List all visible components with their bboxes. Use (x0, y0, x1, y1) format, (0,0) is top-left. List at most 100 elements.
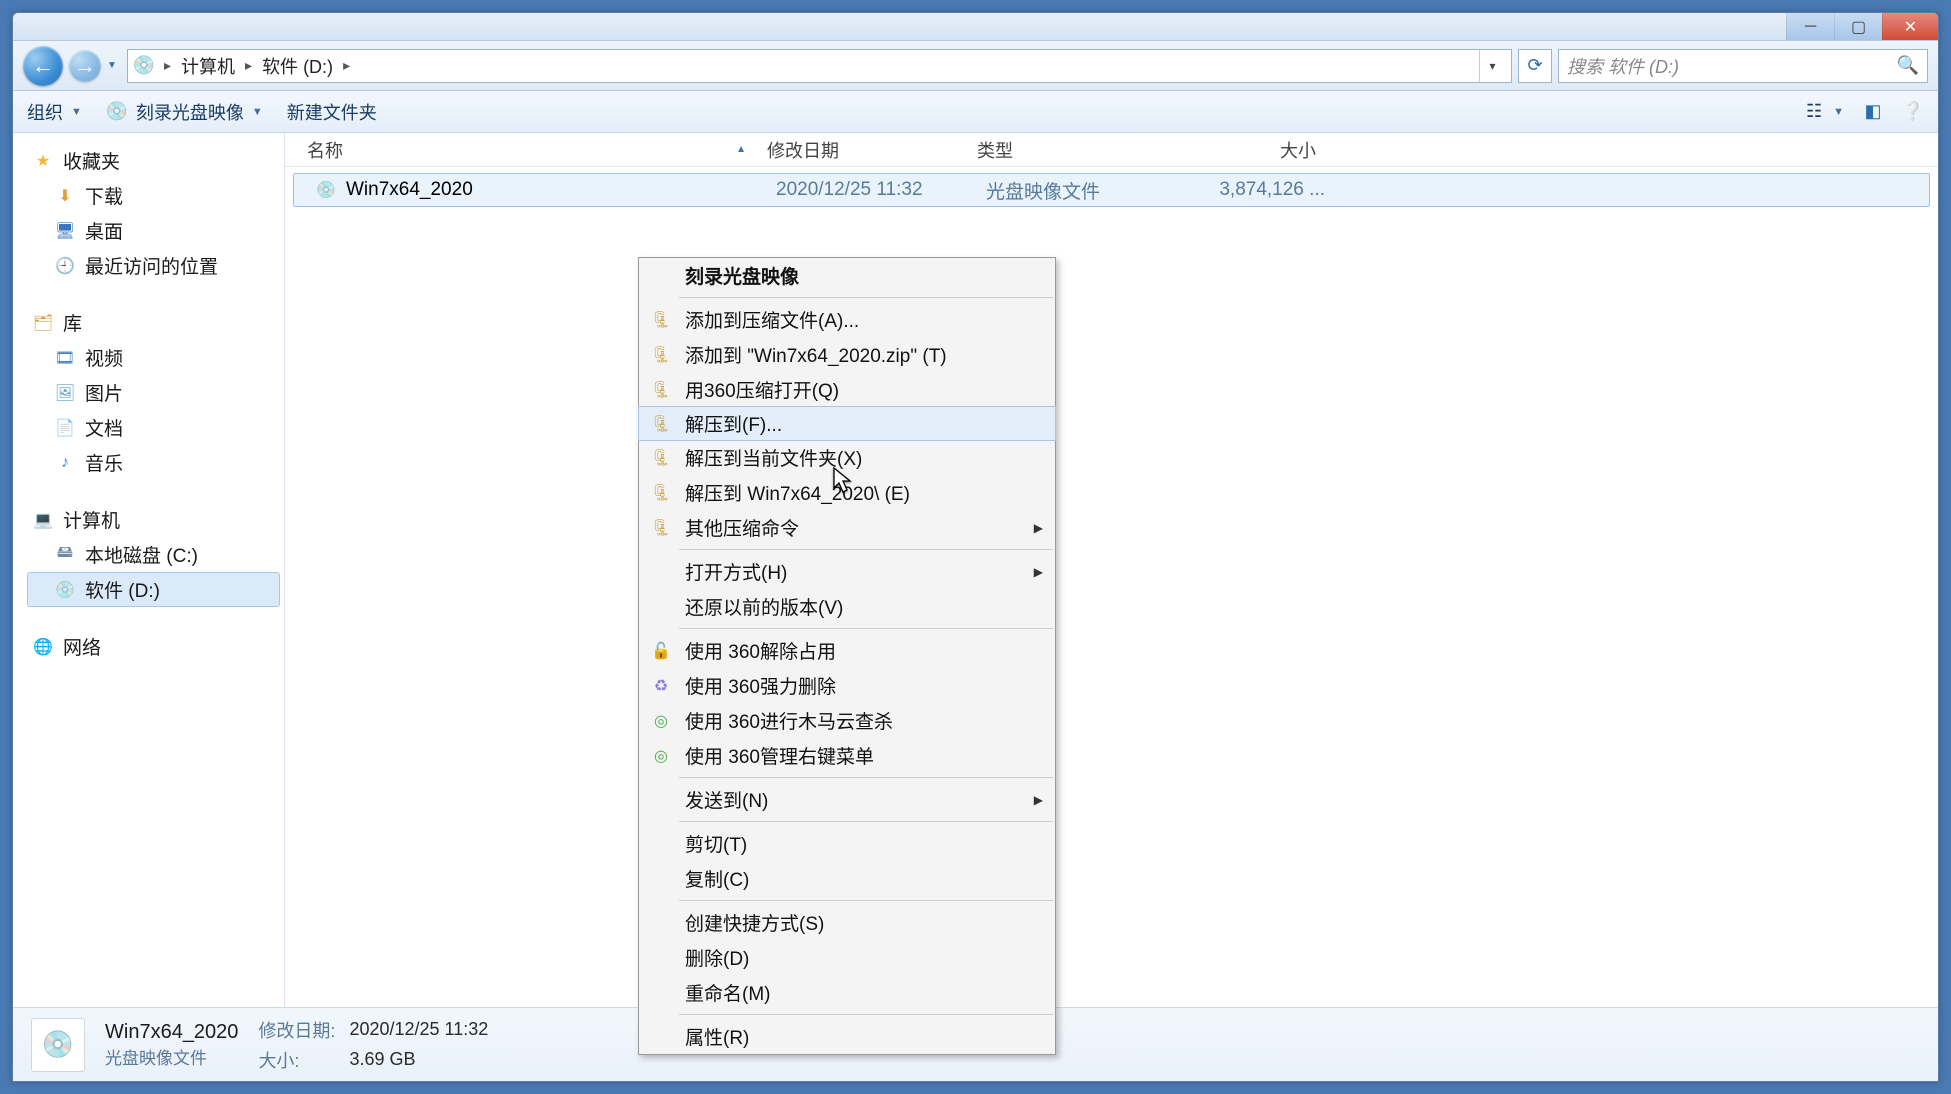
ctx-add-to-archive[interactable]: 🗜添加到压缩文件(A)... (639, 302, 1055, 337)
minimize-button[interactable]: ─ (1786, 13, 1834, 40)
ctx-open-with[interactable]: 打开方式(H)▶ (639, 554, 1055, 589)
ctx-extract-named[interactable]: 🗜解压到 Win7x64_2020\ (E) (639, 475, 1055, 510)
nav-history-dropdown[interactable]: ▼ (107, 60, 121, 71)
archive-icon: 🗜 (649, 414, 673, 434)
ctx-restore-previous[interactable]: 还原以前的版本(V) (639, 589, 1055, 624)
ctx-send-to[interactable]: 发送到(N) ▶ (639, 782, 1055, 817)
new-folder-button[interactable]: 新建文件夹 (287, 99, 377, 125)
column-size[interactable]: 大小 (1177, 137, 1327, 163)
column-label: 类型 (977, 137, 1013, 163)
breadcrumb-current[interactable]: 软件 (D:) (262, 53, 333, 79)
column-date[interactable]: 修改日期 (757, 137, 967, 163)
menu-item-label: 添加到压缩文件(A)... (685, 306, 859, 333)
sort-asc-icon: ▲ (736, 144, 746, 155)
sidebar-item-software-d[interactable]: 💿软件 (D:) (27, 572, 280, 607)
new-folder-label: 新建文件夹 (287, 99, 377, 125)
menu-item-label: 刻录光盘映像 (685, 262, 799, 289)
organize-menu[interactable]: 组织 ▼ (27, 99, 82, 125)
iso-file-icon: 💿 (316, 180, 336, 200)
sidebar-item-local-disk-c[interactable]: 🖴本地磁盘 (C:) (27, 537, 280, 572)
menu-item-label: 删除(D) (685, 944, 749, 971)
burn-disc-image-button[interactable]: 💿 刻录光盘映像 ▼ (106, 99, 263, 125)
maximize-button[interactable]: ▢ (1834, 13, 1882, 40)
nav-forward-button[interactable]: → (69, 50, 101, 82)
address-bar[interactable]: 💿 ▸ 计算机 ▸ 软件 (D:) ▸ ▾ (127, 49, 1512, 83)
sidebar-item-pictures[interactable]: 🖼图片 (27, 375, 280, 410)
sidebar-item-documents[interactable]: 📄文档 (27, 410, 280, 445)
ctx-360-unlock[interactable]: 🔓使用 360解除占用 (639, 633, 1055, 668)
sidebar-item-desktop[interactable]: 🖥桌面 (27, 213, 280, 248)
navbar: ← → ▼ 💿 ▸ 计算机 ▸ 软件 (D:) ▸ ▾ ⟳ 搜索 软件 (D:)… (13, 41, 1938, 91)
address-dropdown[interactable]: ▾ (1479, 50, 1505, 82)
view-icon: ☷ (1803, 101, 1825, 123)
ctx-360-scan[interactable]: ◎使用 360进行木马云查杀 (639, 703, 1055, 738)
library-icon: 🗂 (33, 313, 53, 333)
network-icon: 🌐 (33, 637, 53, 657)
recent-icon: 🕘 (55, 256, 75, 276)
ctx-extract-to[interactable]: 🗜解压到(F)... (638, 406, 1056, 441)
menu-item-label: 解压到当前文件夹(X) (685, 444, 862, 471)
sidebar-computer-header[interactable]: 💻 计算机 (27, 502, 280, 537)
preview-pane-button[interactable]: ◧ (1862, 101, 1884, 123)
file-type: 光盘映像文件 (986, 177, 1100, 204)
disc-icon: 💿 (106, 101, 128, 123)
search-input[interactable]: 搜索 软件 (D:) 🔍 (1558, 49, 1928, 83)
sidebar-item-downloads[interactable]: ⬇下载 (27, 178, 280, 213)
file-row[interactable]: 💿 Win7x64_2020 2020/12/25 11:32 光盘映像文件 3,… (293, 173, 1930, 207)
ctx-add-to-zip[interactable]: 🗜添加到 "Win7x64_2020.zip" (T) (639, 337, 1055, 372)
file-size: 3,874,126 ... (1219, 179, 1325, 201)
breadcrumb-sep-icon: ▸ (160, 57, 175, 74)
ctx-delete[interactable]: 删除(D) (639, 940, 1055, 975)
help-button[interactable]: ❔ (1902, 101, 1924, 123)
ctx-copy[interactable]: 复制(C) (639, 861, 1055, 896)
ctx-cut[interactable]: 剪切(T) (639, 826, 1055, 861)
ctx-other-zip-commands[interactable]: 🗜其他压缩命令▶ (639, 510, 1055, 545)
document-icon: 📄 (55, 418, 75, 438)
ctx-extract-here[interactable]: 🗜 解压到当前文件夹(X) (639, 440, 1055, 475)
menu-item-label: 用360压缩打开(Q) (685, 376, 839, 403)
sidebar-network-header[interactable]: 🌐 网络 (27, 629, 280, 664)
ctx-360-force-delete[interactable]: ♻使用 360强力删除 (639, 668, 1055, 703)
column-type[interactable]: 类型 (967, 137, 1177, 163)
column-headers: 名称▲ 修改日期 类型 大小 (285, 133, 1938, 167)
sidebar-favorites-header[interactable]: ★ 收藏夹 (27, 143, 280, 178)
sidebar-libraries-header[interactable]: 🗂 库 (27, 305, 280, 340)
menu-item-label: 发送到(N) (685, 786, 768, 813)
column-label: 大小 (1280, 137, 1316, 163)
menu-item-label: 解压到 Win7x64_2020\ (E) (685, 479, 910, 506)
ctx-properties[interactable]: 属性(R) (639, 1019, 1055, 1054)
toolbar: 组织 ▼ 💿 刻录光盘映像 ▼ 新建文件夹 ☷ ▼ ◧ ❔ (13, 91, 1938, 133)
ctx-360-manage-context[interactable]: ◎使用 360管理右键菜单 (639, 738, 1055, 773)
close-button[interactable]: ✕ (1882, 13, 1938, 40)
view-menu[interactable]: ☷ ▼ (1803, 101, 1844, 123)
breadcrumb-root[interactable]: 计算机 (181, 53, 235, 79)
details-file-name: Win7x64_2020 (105, 1021, 238, 1044)
menu-item-label: 创建快捷方式(S) (685, 909, 824, 936)
details-date-label: 修改日期: (258, 1017, 335, 1043)
organize-label: 组织 (27, 99, 63, 125)
menu-item-label: 使用 360强力删除 (685, 672, 836, 699)
picture-icon: 🖼 (55, 383, 75, 403)
file-date: 2020/12/25 11:32 (776, 179, 923, 201)
sidebar-item-videos[interactable]: 🎞视频 (27, 340, 280, 375)
sidebar-item-label: 桌面 (85, 217, 123, 244)
sidebar-head-label: 计算机 (63, 506, 120, 533)
sidebar-item-recent[interactable]: 🕘 最近访问的位置 (27, 248, 280, 283)
ctx-burn-disc-image[interactable]: 刻录光盘映像 (639, 258, 1055, 293)
sidebar-item-music[interactable]: ♪音乐 (27, 445, 280, 480)
chevron-down-icon: ▼ (252, 106, 263, 118)
menu-item-label: 属性(R) (685, 1023, 749, 1050)
archive-icon: 🗜 (649, 448, 673, 468)
ctx-create-shortcut[interactable]: 创建快捷方式(S) (639, 905, 1055, 940)
ctx-rename[interactable]: 重命名(M) (639, 975, 1055, 1010)
menu-item-label: 其他压缩命令 (685, 514, 799, 541)
unlock-icon: 🔓 (649, 641, 673, 661)
sidebar-item-label: 最近访问的位置 (85, 252, 218, 279)
refresh-button[interactable]: ⟳ (1518, 49, 1552, 83)
sidebar-item-label: 软件 (D:) (85, 576, 160, 603)
ctx-open-with-360zip[interactable]: 🗜用360压缩打开(Q) (639, 372, 1055, 407)
nav-back-button[interactable]: ← (23, 46, 63, 86)
column-name[interactable]: 名称▲ (297, 137, 757, 163)
submenu-arrow-icon: ▶ (1034, 793, 1043, 807)
file-name: Win7x64_2020 (346, 179, 473, 201)
